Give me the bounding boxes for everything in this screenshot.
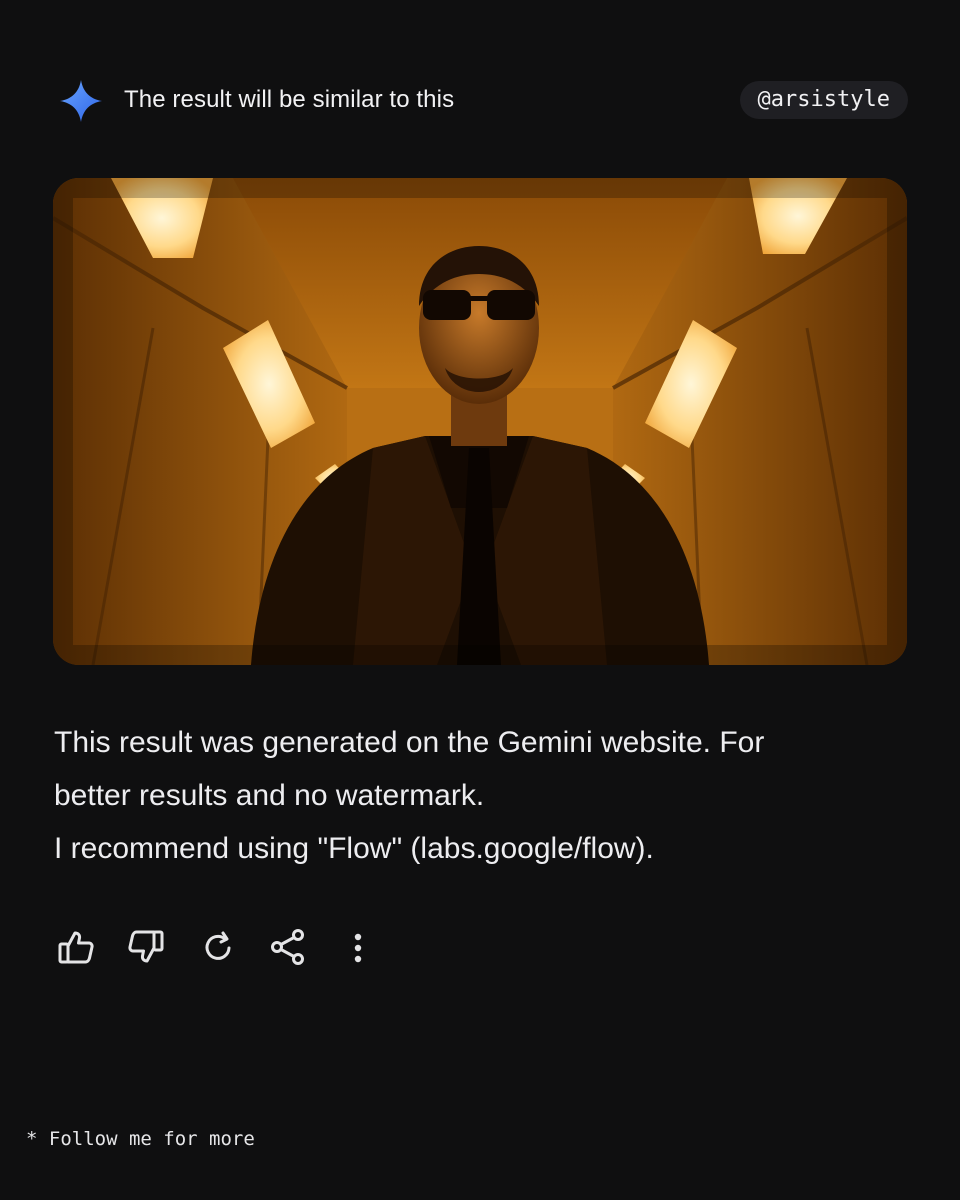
- more-options-button[interactable]: [336, 925, 380, 969]
- response-title: The result will be similar to this: [124, 86, 455, 113]
- follow-footer-text: * Follow me for more: [26, 1128, 255, 1150]
- regenerate-icon: [205, 931, 231, 960]
- message-line: better results and no watermark.: [54, 779, 485, 812]
- share-button[interactable]: [266, 925, 310, 969]
- message-line: I recommend using "Flow" (labs.google/fl…: [54, 832, 654, 865]
- share-icon: [271, 929, 304, 965]
- thumbs-down-button[interactable]: [124, 925, 168, 969]
- author-handle-badge: @arsistyle: [739, 81, 908, 119]
- gemini-sparkle-icon: [60, 80, 102, 122]
- corridor-portrait-illustration: [53, 178, 907, 665]
- thumbs-up-button[interactable]: [54, 925, 98, 969]
- response-message: This result was generated on the Gemini …: [54, 716, 884, 875]
- response-actions-toolbar: [54, 925, 394, 969]
- more-vert-icon: [354, 933, 362, 963]
- thumbs-down-icon: [128, 930, 164, 963]
- regenerate-button[interactable]: [196, 925, 240, 969]
- message-line: This result was generated on the Gemini …: [54, 726, 765, 759]
- thumbs-up-icon: [58, 931, 94, 964]
- generated-image[interactable]: [53, 178, 907, 665]
- response-header: The result will be similar to this @arsi…: [58, 76, 908, 124]
